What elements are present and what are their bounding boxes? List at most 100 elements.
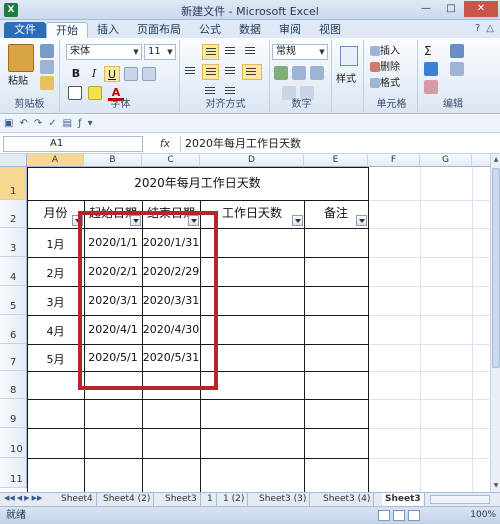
font-shrink-icon[interactable] [142,67,156,81]
tab-insert[interactable]: 插入 [88,22,128,38]
close-icon[interactable]: ✕ [464,1,498,17]
page-layout-view-icon[interactable] [393,510,405,521]
tab-view[interactable]: 视图 [310,22,350,38]
help-icon[interactable]: ? [475,23,480,34]
align-bottom-button[interactable] [222,44,239,60]
cut-icon[interactable] [40,44,54,58]
customize-icon[interactable]: ▾ [88,118,93,129]
sheet-tab[interactable]: Sheet3 [162,493,201,506]
horizontal-scrollbar[interactable] [430,495,490,504]
font-name-select[interactable]: 宋体 ▼ [66,44,142,60]
column-header-a[interactable]: A [27,154,84,167]
sort-filter-icon[interactable] [450,44,464,58]
undo-icon[interactable]: ↶ [19,118,27,129]
cell-month[interactable]: 1月 [27,236,84,252]
cell-month[interactable]: 3月 [27,294,84,310]
currency-icon[interactable] [274,66,288,80]
percent-icon[interactable] [292,66,306,80]
styles-icon[interactable] [340,46,358,66]
sheet-tab-active[interactable]: Sheet3 [382,493,425,506]
zoom-level[interactable]: 100% [470,507,496,524]
minimize-icon[interactable]: — [414,1,438,17]
tab-review[interactable]: 审阅 [270,22,310,38]
column-header-g[interactable]: G [420,154,472,167]
column-header-c[interactable]: C [142,154,200,167]
sheet-tab[interactable]: Sheet3 (3) [256,493,311,506]
row-header-2[interactable]: 2 [0,200,27,228]
normal-view-icon[interactable] [378,510,390,521]
tab-file[interactable]: 文件 [4,22,46,38]
print-preview-icon[interactable]: ▤ [63,118,72,129]
cell-month[interactable]: 2月 [27,265,84,281]
underline-button[interactable]: U [104,66,120,82]
align-middle-button[interactable] [202,44,219,60]
row-header-8[interactable]: 8 [0,371,27,399]
ribbon-minimize-icon[interactable]: △ [486,23,494,34]
tab-home[interactable]: 开始 [46,22,88,38]
format-painter-icon[interactable] [40,76,54,90]
format-cells-button[interactable]: 格式 [370,76,400,92]
fx-icon[interactable]: ƒ [78,118,82,129]
copy-icon[interactable] [40,60,54,74]
scroll-thumb[interactable] [492,168,500,368]
row-header-6[interactable]: 6 [0,315,27,344]
column-header-d[interactable]: D [200,154,304,167]
tab-data[interactable]: 数据 [230,22,270,38]
filter-dropdown-icon[interactable] [356,215,367,226]
column-header-b[interactable]: B [84,154,142,167]
number-format-select[interactable]: 常规 ▼ [272,44,328,60]
formula-input[interactable]: 2020年每月工作日天数 [180,136,485,152]
row-header-1[interactable]: 1 [0,167,27,200]
maximize-icon[interactable]: □ [439,1,463,17]
paste-icon[interactable] [8,44,34,72]
merge-center-button[interactable] [242,64,262,80]
next-sheet-icon[interactable]: ▶ [24,494,29,502]
italic-button[interactable]: I [86,66,102,82]
sheet-tab[interactable]: Sheet4 [58,493,97,506]
sheet-tab[interactable]: 1 (2) [220,493,249,506]
save-icon[interactable]: ▣ [4,118,13,129]
tab-formulas[interactable]: 公式 [190,22,230,38]
row-header-4[interactable]: 4 [0,257,27,286]
clear-icon[interactable] [424,80,438,94]
orientation-button[interactable] [242,44,259,60]
bold-button[interactable]: B [68,66,84,82]
paste-button[interactable]: 粘贴 [8,74,28,90]
autosum-button[interactable]: Σ [424,43,432,59]
column-header-f[interactable]: F [368,154,420,167]
cell-month[interactable]: 4月 [27,323,84,339]
row-header-5[interactable]: 5 [0,286,27,315]
worksheet-grid[interactable]: A B C D E F G 1 2 3 4 5 6 7 8 9 10 11 20… [0,154,490,492]
table-title[interactable]: 2020年每月工作日天数 [27,174,368,191]
row-header-3[interactable]: 3 [0,228,27,257]
font-grow-icon[interactable] [124,67,138,81]
align-center-button[interactable] [202,64,219,80]
vertical-scrollbar[interactable]: ▲ ▼ [490,154,500,492]
sheet-tab[interactable]: Sheet4 (2) [100,493,155,506]
insert-function-button[interactable]: fx [152,136,178,152]
scroll-up-icon[interactable]: ▲ [491,154,500,166]
sheet-tab[interactable]: Sheet3 (4) [320,493,375,506]
insert-cells-button[interactable]: 插入 [370,44,400,60]
align-left-button[interactable] [182,64,199,80]
last-sheet-icon[interactable]: ▶▶ [32,494,43,502]
row-header-11[interactable]: 11 [0,458,27,488]
redo-icon[interactable]: ↷ [34,118,42,129]
styles-button[interactable]: 样式 [336,72,356,88]
first-sheet-icon[interactable]: ◀◀ [4,494,15,502]
row-header-10[interactable]: 10 [0,428,27,458]
scroll-down-icon[interactable]: ▼ [491,480,500,492]
name-box[interactable]: A1 [3,136,143,152]
delete-cells-button[interactable]: 删除 [370,60,400,76]
filter-dropdown-icon[interactable] [292,215,303,226]
row-header-7[interactable]: 7 [0,344,27,371]
cell-month[interactable]: 5月 [27,351,84,367]
select-all-corner[interactable] [0,154,27,167]
align-right-button[interactable] [222,64,239,80]
fill-icon[interactable] [424,62,438,76]
sheet-tab[interactable]: 1 [204,493,217,506]
find-icon[interactable] [450,62,464,76]
prev-sheet-icon[interactable]: ◀ [17,494,22,502]
column-header-h[interactable] [472,154,490,167]
spelling-icon[interactable]: ✓ [48,118,56,129]
